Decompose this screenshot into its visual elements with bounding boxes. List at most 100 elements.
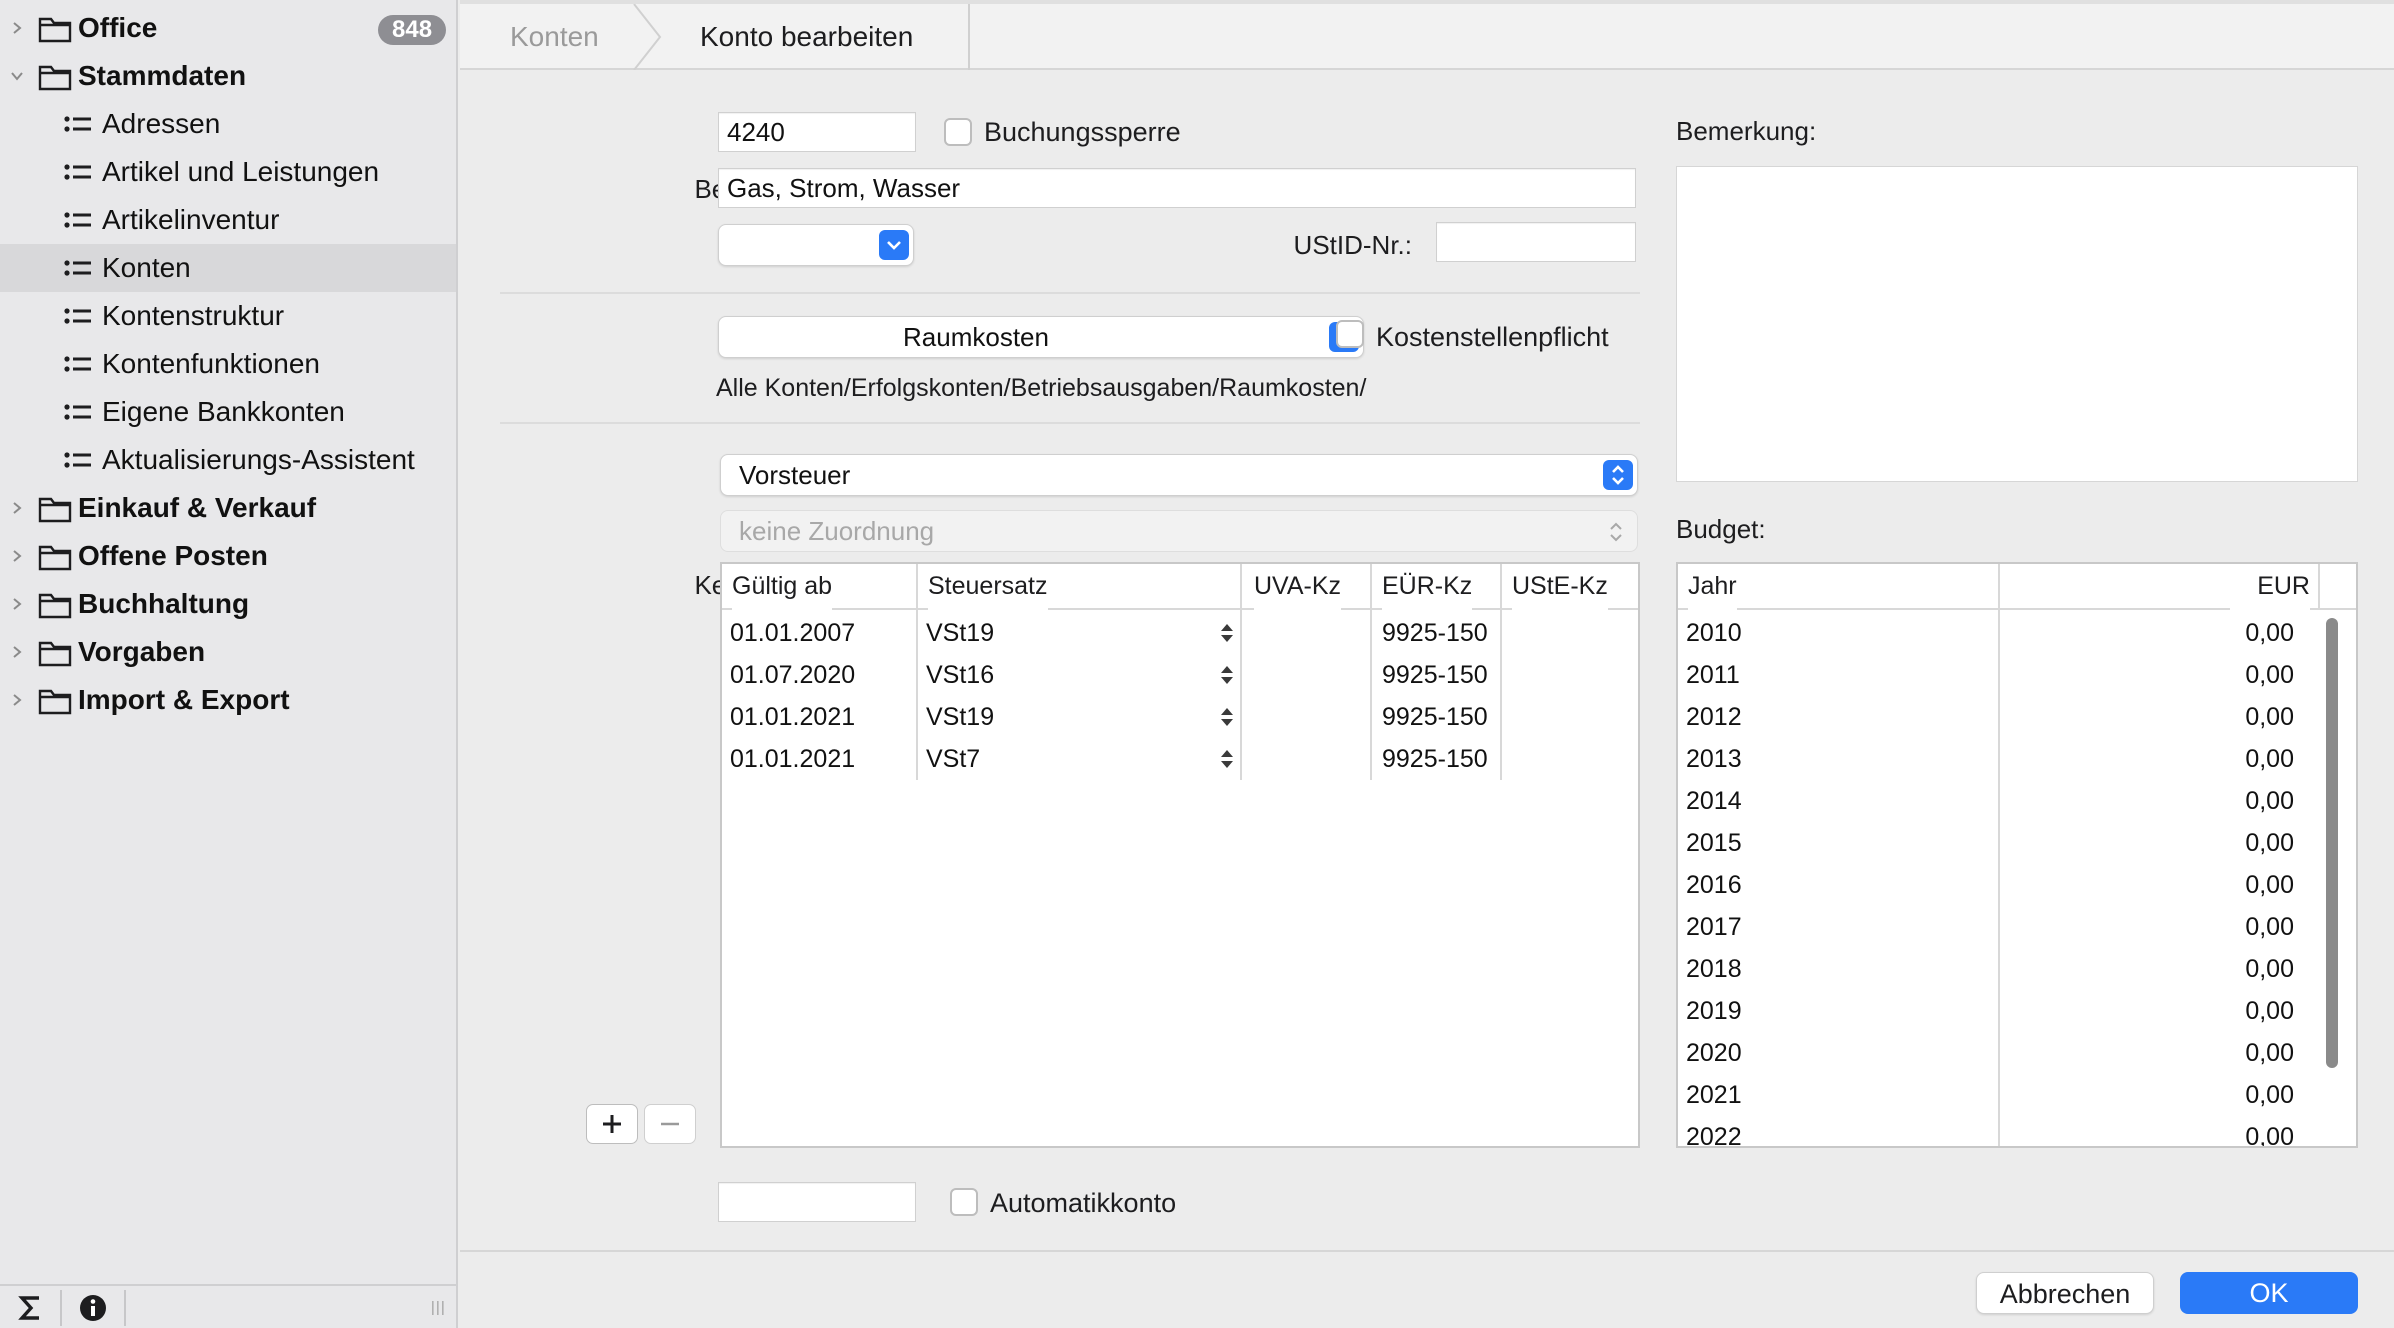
cell-euer[interactable]: 9925-150 — [1382, 654, 1488, 696]
table-row[interactable]: 2010 0,00 — [1678, 612, 2356, 654]
cell-gueltig[interactable]: 01.01.2021 — [730, 738, 855, 780]
sidebar-folder-offene-posten[interactable]: Offene Posten — [0, 532, 456, 580]
cell-eur[interactable]: 0,00 — [2118, 822, 2294, 864]
sidebar-item-konten[interactable]: Konten — [0, 244, 456, 292]
ustid-input[interactable] — [1436, 222, 1636, 262]
cell-eur[interactable]: 0,00 — [2118, 906, 2294, 948]
sidebar-folder-office[interactable]: Office 848 — [0, 4, 456, 52]
sidebar-folder-einkauf[interactable]: Einkauf & Verkauf — [0, 484, 456, 532]
sidebar-folder-import-export[interactable]: Import & Export — [0, 676, 456, 724]
sidebar-item-adressen[interactable]: Adressen — [0, 100, 456, 148]
cell-jahr[interactable]: 2015 — [1686, 822, 1742, 864]
sidebar-item-kontenfunktionen[interactable]: Kontenfunktionen — [0, 340, 456, 388]
column-header-uste[interactable]: UStE-Kz — [1512, 564, 1608, 610]
buchungssperre-checkbox[interactable] — [944, 118, 972, 146]
waehrung-select[interactable] — [718, 224, 914, 266]
table-row[interactable]: 2020 0,00 — [1678, 1032, 2356, 1074]
table-row[interactable]: 2021 0,00 — [1678, 1074, 2356, 1116]
cell-steuersatz[interactable]: VSt7 — [926, 738, 980, 780]
cell-eur[interactable]: 0,00 — [2118, 612, 2294, 654]
cell-euer[interactable]: 9925-150 — [1382, 696, 1488, 738]
chevron-right-icon[interactable] — [10, 693, 24, 707]
ok-button[interactable]: OK — [2180, 1272, 2358, 1314]
sidebar-folder-vorgaben[interactable]: Vorgaben — [0, 628, 456, 676]
chevron-right-icon[interactable] — [10, 645, 24, 659]
updown-arrow-icon[interactable] — [1218, 620, 1236, 646]
table-row[interactable]: 2022 0,00 — [1678, 1116, 2356, 1146]
sum-button[interactable] — [0, 1286, 60, 1328]
nummer-input[interactable]: 4240 — [718, 112, 916, 152]
cell-jahr[interactable]: 2012 — [1686, 696, 1742, 738]
sidebar-item-kontenstruktur[interactable]: Kontenstruktur — [0, 292, 456, 340]
updown-arrow-icon[interactable] — [1218, 662, 1236, 688]
table-row[interactable]: 2018 0,00 — [1678, 948, 2356, 990]
cell-jahr[interactable]: 2010 — [1686, 612, 1742, 654]
cell-eur[interactable]: 0,00 — [2118, 864, 2294, 906]
table-row[interactable]: 01.01.2007 VSt19 9925-150 — [722, 612, 1638, 654]
cell-eur[interactable]: 0,00 — [2118, 948, 2294, 990]
cell-eur[interactable]: 0,00 — [2118, 990, 2294, 1032]
chevron-right-icon[interactable] — [10, 549, 24, 563]
cell-gueltig[interactable]: 01.07.2020 — [730, 654, 855, 696]
cancel-button[interactable]: Abbrechen — [1976, 1272, 2154, 1314]
cell-jahr[interactable]: 2020 — [1686, 1032, 1742, 1074]
resize-handle[interactable] — [424, 1286, 452, 1328]
table-row[interactable]: 2013 0,00 — [1678, 738, 2356, 780]
chevron-down-icon[interactable] — [10, 69, 24, 83]
chevron-right-icon[interactable] — [10, 21, 24, 35]
cell-eur[interactable]: 0,00 — [2118, 696, 2294, 738]
bemerkung-textarea[interactable] — [1676, 166, 2358, 482]
cell-jahr[interactable]: 2018 — [1686, 948, 1742, 990]
cell-jahr[interactable]: 2022 — [1686, 1116, 1742, 1146]
column-header-jahr[interactable]: Jahr — [1688, 564, 1737, 610]
cell-steuersatz[interactable]: VSt19 — [926, 612, 994, 654]
scrollbar-thumb[interactable] — [2326, 618, 2338, 1068]
remove-row-button[interactable] — [644, 1104, 696, 1144]
eukonto-select[interactable]: keine Zuordnung — [720, 510, 1638, 552]
automatikkonto-checkbox[interactable] — [950, 1188, 978, 1216]
cell-jahr[interactable]: 2021 — [1686, 1074, 1742, 1116]
table-row[interactable]: 2011 0,00 — [1678, 654, 2356, 696]
cell-euer[interactable]: 9925-150 — [1382, 738, 1488, 780]
cell-jahr[interactable]: 2016 — [1686, 864, 1742, 906]
sidebar-item-bankkonten[interactable]: Eigene Bankkonten — [0, 388, 456, 436]
cell-jahr[interactable]: 2017 — [1686, 906, 1742, 948]
cell-eur[interactable]: 0,00 — [2118, 654, 2294, 696]
table-row[interactable]: 2014 0,00 — [1678, 780, 2356, 822]
table-row[interactable]: 2012 0,00 — [1678, 696, 2356, 738]
cell-euer[interactable]: 9925-150 — [1382, 612, 1488, 654]
cell-gueltig[interactable]: 01.01.2007 — [730, 612, 855, 654]
typ-select[interactable]: Raumkosten — [718, 316, 1364, 358]
column-header-eur[interactable]: EUR — [2230, 564, 2310, 610]
table-row[interactable]: 01.01.2021 VSt7 9925-150 — [722, 738, 1638, 780]
column-header-euer[interactable]: EÜR-Kz — [1382, 564, 1473, 610]
bezeichnung-input[interactable]: Gas, Strom, Wasser — [718, 168, 1636, 208]
breadcrumb-parent[interactable]: Konten — [510, 4, 599, 70]
cell-eur[interactable]: 0,00 — [2118, 1074, 2294, 1116]
cell-jahr[interactable]: 2011 — [1686, 654, 1740, 696]
column-header-gueltig[interactable]: Gültig ab — [732, 564, 833, 610]
cell-eur[interactable]: 0,00 — [2118, 1032, 2294, 1074]
chevron-right-icon[interactable] — [10, 597, 24, 611]
table-row[interactable]: 2019 0,00 — [1678, 990, 2356, 1032]
chevron-right-icon[interactable] — [10, 501, 24, 515]
kostenstellen-checkbox[interactable] — [1336, 320, 1364, 348]
sidebar-folder-buchhaltung[interactable]: Buchhaltung — [0, 580, 456, 628]
column-header-steuersatz[interactable]: Steuersatz — [928, 564, 1048, 610]
table-row[interactable]: 01.01.2021 VSt19 9925-150 — [722, 696, 1638, 738]
column-header-uva[interactable]: UVA-Kz — [1254, 564, 1342, 610]
cell-jahr[interactable]: 2014 — [1686, 780, 1742, 822]
cell-gueltig[interactable]: 01.01.2021 — [730, 696, 855, 738]
datev-input[interactable] — [718, 1182, 916, 1222]
sidebar-item-artikelinventur[interactable]: Artikelinventur — [0, 196, 456, 244]
cell-eur[interactable]: 0,00 — [2118, 780, 2294, 822]
cell-eur[interactable]: 0,00 — [2118, 1116, 2294, 1146]
info-button[interactable] — [62, 1286, 124, 1328]
updown-arrow-icon[interactable] — [1218, 704, 1236, 730]
table-row[interactable]: 01.07.2020 VSt16 9925-150 — [722, 654, 1638, 696]
updown-arrow-icon[interactable] — [1218, 746, 1236, 772]
add-row-button[interactable] — [586, 1104, 638, 1144]
cell-jahr[interactable]: 2019 — [1686, 990, 1742, 1032]
table-row[interactable]: 2016 0,00 — [1678, 864, 2356, 906]
cell-steuersatz[interactable]: VSt19 — [926, 696, 994, 738]
